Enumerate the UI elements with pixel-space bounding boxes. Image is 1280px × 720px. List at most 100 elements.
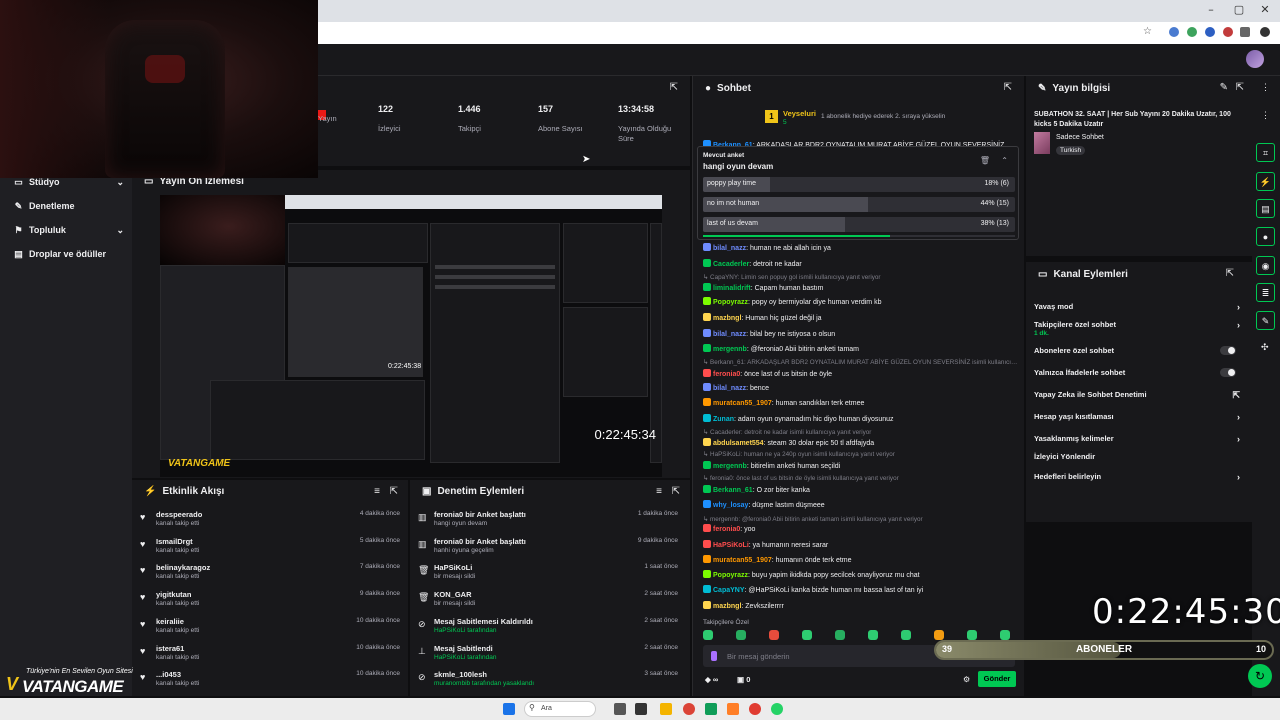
chat-message[interactable]: bilal_nazz: bence	[703, 383, 1019, 393]
chat-message[interactable]: abdulsamet554: steam 30 dolar epic 50 tl…	[703, 438, 1019, 448]
sidebar-item-community[interactable]: ⚑ Topluluk ⌄	[14, 225, 124, 236]
broadcast-icon[interactable]: ◉	[1256, 256, 1275, 275]
maximize-icon[interactable]: ▢	[1232, 4, 1246, 16]
sidebar-item-studio[interactable]: ▭ Stüdyo ⌄	[14, 177, 124, 188]
app-icon[interactable]	[635, 703, 647, 715]
chat-message[interactable]: feronia0: yoo	[703, 524, 1019, 534]
channel-action-row[interactable]: İzleyici Yönlendir	[1034, 452, 1240, 461]
emote-icon[interactable]	[802, 630, 812, 640]
plugin-icon[interactable]: ✣	[1261, 342, 1269, 353]
app-icon[interactable]	[705, 703, 717, 715]
emote-icon[interactable]	[901, 630, 911, 640]
chat-message[interactable]: liminalidrift: Capam human bastım	[703, 283, 1019, 293]
wrench-icon[interactable]: ✎	[1256, 311, 1275, 330]
chat-message[interactable]: mazbngl: Human hiç güzel değil ja	[703, 313, 1019, 323]
bolt-icon[interactable]: ⚡	[1256, 172, 1275, 191]
popout-icon[interactable]: ⇱	[1226, 268, 1234, 279]
sidebar-item-moderation[interactable]: ✎ Denetleme	[14, 201, 124, 211]
filter-icon[interactable]: ≡	[374, 486, 380, 497]
chat-message[interactable]: mergennb: @feronia0 Abii bitirin anketi …	[703, 344, 1019, 354]
chat-message[interactable]: CapaYNY: @HaPSiKoLi kanka bizde human mı…	[703, 585, 1019, 595]
close-icon[interactable]: ✕	[1258, 4, 1272, 16]
gear-icon[interactable]: ⚙	[963, 675, 970, 684]
chat-message[interactable]: muratcan55_1907: human sandıkları terk e…	[703, 398, 1019, 408]
channel-action-row[interactable]: Abonelere özel sohbet	[1034, 346, 1240, 355]
chat-reply-line[interactable]: ↳ mergennb: @feronia0 Abii bitirin anket…	[703, 515, 1019, 524]
chat-message[interactable]: muratcan55_1907: humanın önde terk etme	[703, 555, 1019, 565]
emote-icon[interactable]	[769, 630, 779, 640]
whatsapp-icon[interactable]	[771, 703, 783, 715]
list-item[interactable]: ▥ feronia0 bir Anket başlattı hangi oyun…	[418, 510, 678, 534]
popout-icon[interactable]: ⇱	[1004, 82, 1012, 93]
poll-option[interactable]: poppy play time 18% (6)	[703, 177, 1015, 192]
chat-message[interactable]: Zunan: adam oyun oynamadım hic diyo huma…	[703, 414, 1019, 424]
list-item[interactable]: ♥ yigitkutan kanalı takip etti 9 dakika …	[140, 590, 400, 614]
filter-icon[interactable]: ≡	[656, 486, 662, 497]
windows-icon[interactable]	[503, 703, 515, 715]
popout-icon[interactable]: ⇱	[1236, 82, 1244, 93]
top-gifter[interactable]: Veyseluri	[783, 109, 816, 118]
chat-reply-line[interactable]: ↳ HaPSiKoLi: human ne ya 240p oyun isiml…	[703, 450, 1019, 459]
channel-action-row[interactable]: Hedefleri belirleyin ›	[1034, 472, 1240, 482]
extension-icon[interactable]	[1169, 27, 1179, 37]
chat-message[interactable]: Cacaderler: detroit ne kadar	[703, 259, 1019, 269]
emote-icon[interactable]	[868, 630, 878, 640]
chat-message[interactable]: mergennb: bitirelim anketi human seçildi	[703, 461, 1019, 471]
list-item[interactable]: ♥ keiraliie kanalı takip etti 10 dakika …	[140, 617, 400, 641]
puzzle-icon[interactable]	[1240, 27, 1250, 37]
emote-icon[interactable]	[835, 630, 845, 640]
list-item[interactable]: ▥ feronia0 bir Anket başlattı hanhi oyun…	[418, 537, 678, 561]
search-input[interactable]: ⚲ Ara	[524, 701, 596, 717]
chat-message[interactable]: Berkann_61: O zor biter kanka	[703, 485, 1019, 495]
box-counter[interactable]: ▣ 0	[737, 675, 750, 684]
emote-icon[interactable]	[736, 630, 746, 640]
list-item[interactable]: 🗑 HaPSiKoLi bir mesajı sildi 1 saat önce	[418, 563, 678, 587]
more-icon[interactable]: ⋮	[1261, 82, 1270, 93]
folder-icon[interactable]	[660, 703, 672, 715]
emote-icon[interactable]	[967, 630, 977, 640]
chat-message[interactable]: bilal_nazz: bilal bey ne istiyosa o olsu…	[703, 329, 1019, 339]
chat-icon[interactable]: ●	[1256, 227, 1275, 246]
app-icon[interactable]	[727, 703, 739, 715]
channel-action-row[interactable]: Yasaklanmış kelimeler ›	[1034, 434, 1240, 444]
chat-reply-line[interactable]: ↳ Berkann_61: ARKADAŞLAR BDR2 OYNATALIM …	[703, 358, 1019, 367]
poll-option[interactable]: last of us devam 38% (13)	[703, 217, 1015, 232]
channel-action-row[interactable]: Yavaş mod ›	[1034, 302, 1240, 312]
trash-icon[interactable]: 🗑	[980, 156, 990, 165]
popout-icon[interactable]: ⇱	[670, 82, 678, 93]
popout-icon[interactable]: ⇱	[390, 486, 398, 497]
emote-icon[interactable]	[703, 630, 713, 640]
edit-icon[interactable]: ✎	[1220, 82, 1228, 93]
external-link-icon[interactable]: ⇱	[1232, 390, 1240, 401]
chat-message[interactable]: feronia0: önce last of us bitsin de öyle	[703, 369, 1019, 379]
chat-message[interactable]: mazbngl: Zevkszilerrrr	[703, 601, 1019, 611]
profile-icon[interactable]	[1260, 27, 1270, 37]
extension-icon[interactable]	[1187, 27, 1197, 37]
taskview-icon[interactable]	[614, 703, 626, 715]
list-item[interactable]: ⊘ skmle_100lesh muranombib tarafından ya…	[418, 670, 678, 694]
toggle-switch[interactable]	[1220, 346, 1236, 355]
mic-icon[interactable]	[711, 651, 717, 661]
points-counter[interactable]: ◆ ∞	[705, 675, 718, 684]
layers-icon[interactable]: ≣	[1256, 283, 1275, 302]
popout-icon[interactable]: ⇱	[672, 486, 680, 497]
chat-message[interactable]: Popoyrazz: popy oy bermiyolar diye human…	[703, 297, 1019, 307]
chat-message[interactable]: bilal_nazz: human ne abi allah icin ya	[703, 243, 1019, 253]
list-item[interactable]: ♥ belinaykaragoz kanalı takip etti 7 dak…	[140, 563, 400, 587]
extension-icon[interactable]	[1205, 27, 1215, 37]
chevron-up-icon[interactable]: ⌃	[1001, 156, 1008, 165]
chat-reply-line[interactable]: ↳ Cacaderler: detroit ne kadar isimli ku…	[703, 428, 1019, 437]
chrome-icon[interactable]	[683, 703, 695, 715]
channel-action-row[interactable]: Yalnızca İfadelerle sohbet	[1034, 368, 1240, 377]
emote-icon[interactable]	[1000, 630, 1010, 640]
channel-action-row[interactable]: Takipçilere özel sohbet 1 dk. ›	[1034, 320, 1240, 337]
list-item[interactable]: ⊘ Mesaj Sabitlemesi Kaldırıldı HaPSiKoLi…	[418, 617, 678, 641]
chat-message[interactable]: why_losay: düşme lastım düşmeee	[703, 500, 1019, 510]
address-bar[interactable]	[318, 22, 1280, 44]
refresh-icon[interactable]: ↻	[1248, 664, 1272, 688]
star-icon[interactable]: ☆	[1143, 26, 1152, 37]
category-name[interactable]: Sadece Sohbet	[1056, 134, 1104, 141]
send-button[interactable]: Gönder	[978, 671, 1016, 687]
list-item[interactable]: ♥ istera61 kanalı takip etti 10 dakika ö…	[140, 644, 400, 668]
list-item[interactable]: ⊥ Mesaj Sabitlendi HaPSiKoLi tarafından …	[418, 644, 678, 668]
